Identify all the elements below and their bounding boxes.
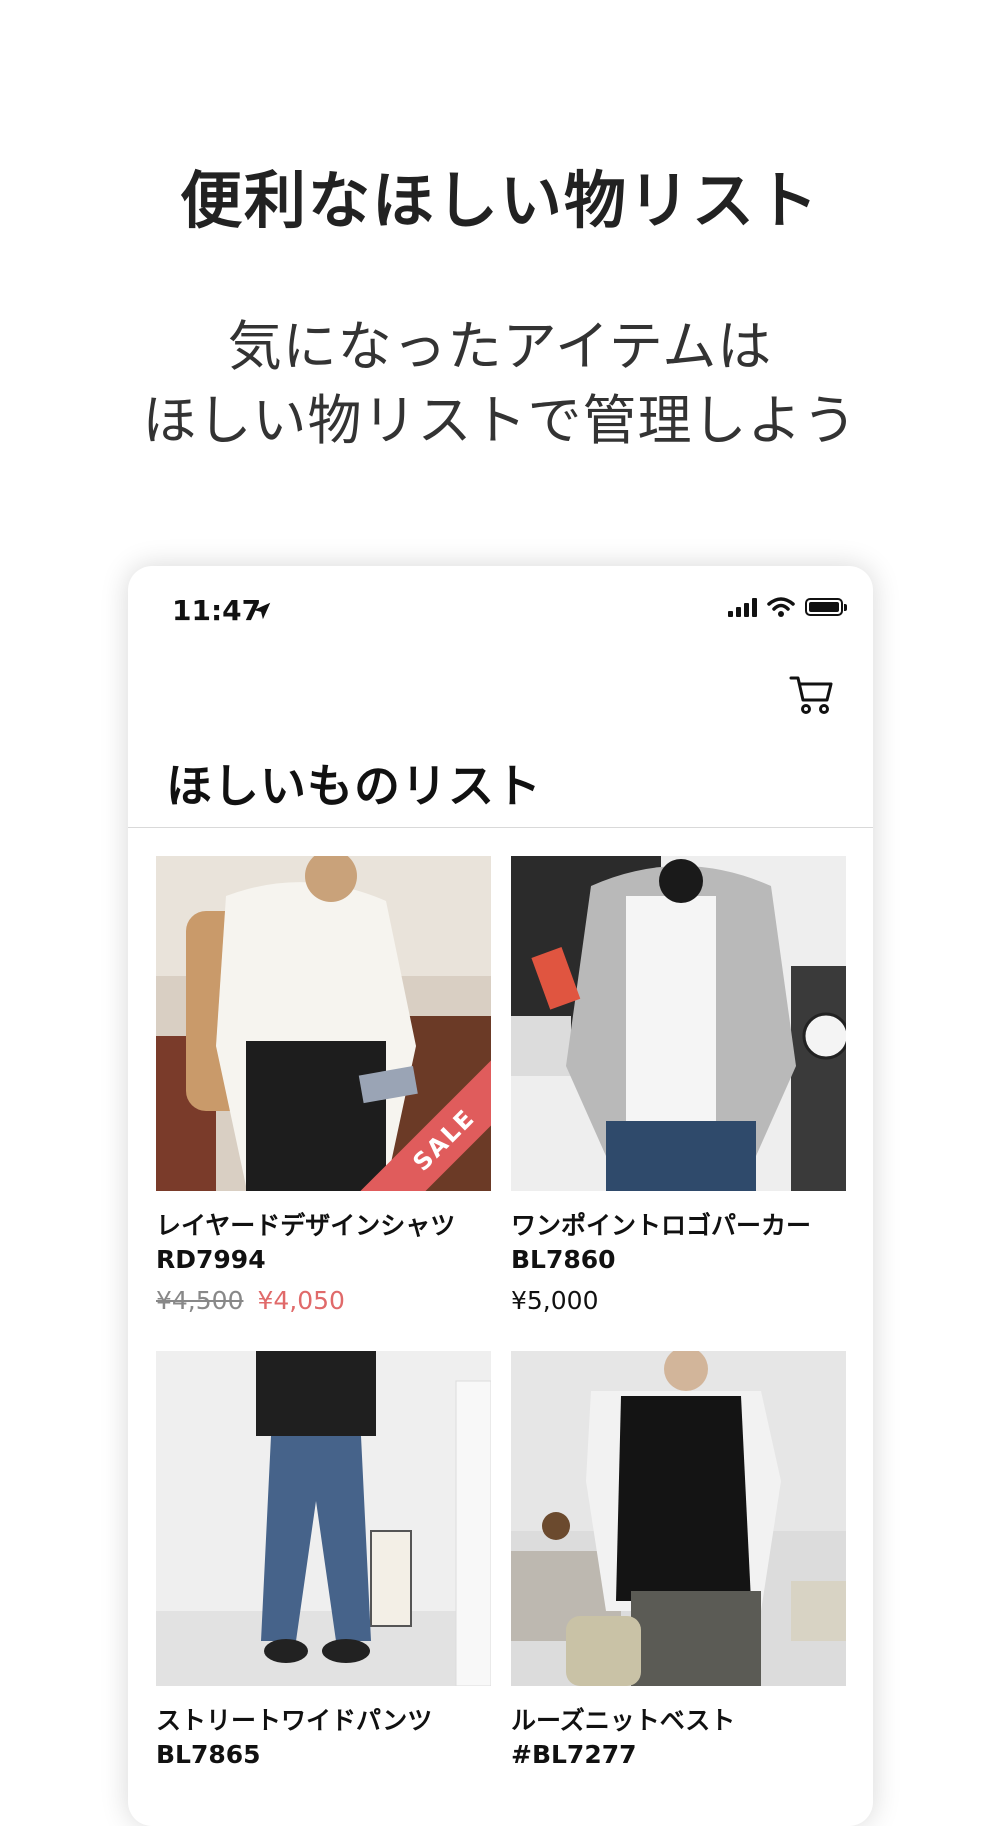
product-code: #BL7277: [511, 1740, 637, 1769]
sale-price: ¥4,050: [257, 1286, 345, 1315]
product-code: BL7865: [156, 1740, 261, 1769]
product-code: BL7860: [511, 1245, 616, 1274]
product-name[interactable]: ワンポイントロゴパーカー: [511, 1209, 846, 1243]
product-image[interactable]: SALE: [156, 856, 491, 1191]
product-card[interactable]: ストリートワイドパンツ BL7865: [156, 1351, 491, 1772]
status-time: 11:47: [172, 594, 262, 627]
product-price: ¥4,500 ¥4,050: [156, 1285, 491, 1317]
promo-headline: 便利なほしい物リスト: [179, 164, 820, 237]
product-card[interactable]: SALE レイヤードデザインシャツ RD7994 ¥4,500 ¥4,050: [156, 856, 491, 1317]
location-arrow-icon: [253, 602, 271, 620]
promo-subline-2: ほしい物リストで管理しよう: [142, 389, 858, 452]
page-title: ほしいものリスト: [166, 759, 542, 813]
cart-icon[interactable]: [789, 674, 835, 716]
product-name[interactable]: ストリートワイドパンツ: [156, 1704, 491, 1738]
promo-subline-1: 気になったアイテムは: [227, 315, 773, 378]
header-divider: [128, 827, 873, 828]
product-image[interactable]: [511, 856, 846, 1191]
product-name[interactable]: レイヤードデザインシャツ: [156, 1209, 491, 1243]
product-price: ¥5,000: [511, 1286, 599, 1315]
phone-screen: 11:47 ほしいものリスト SALE レイヤードデザインシャツ RD7994 …: [128, 566, 873, 1826]
wifi-icon: [767, 597, 795, 617]
product-code: RD7994: [156, 1245, 266, 1274]
product-card[interactable]: ワンポイントロゴパーカー BL7860 ¥5,000: [511, 856, 846, 1317]
product-image[interactable]: [511, 1351, 846, 1686]
product-card[interactable]: ルーズニットベスト #BL7277: [511, 1351, 846, 1772]
product-image[interactable]: [156, 1351, 491, 1686]
signal-icon: [728, 597, 757, 617]
product-name[interactable]: ルーズニットベスト: [511, 1704, 846, 1738]
status-icons: [728, 596, 847, 618]
original-price: ¥4,500: [156, 1286, 244, 1315]
battery-icon: [805, 598, 847, 616]
